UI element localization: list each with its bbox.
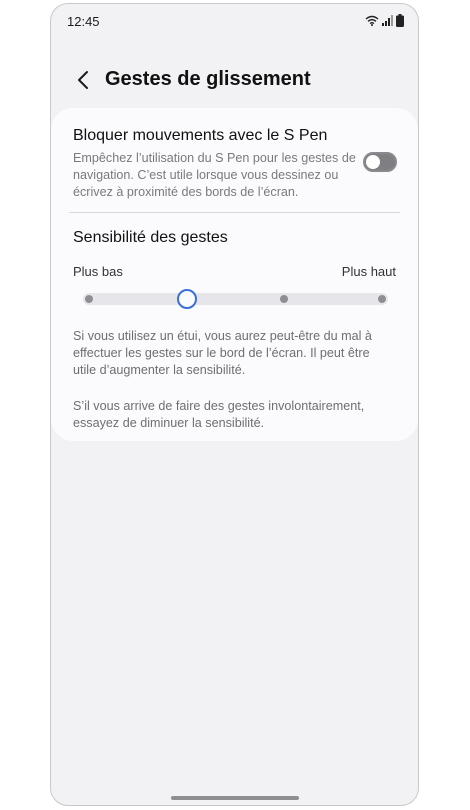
status-icons	[365, 14, 404, 27]
status-bar: 12:45	[51, 4, 418, 38]
sensitivity-slider[interactable]	[83, 289, 388, 309]
sensitivity-high-label: Plus haut	[341, 264, 396, 279]
sensitivity-title: Sensibilité des gestes	[73, 229, 228, 246]
toggle-knob	[366, 155, 380, 169]
back-button[interactable]	[69, 66, 97, 94]
block-spen-description: Empêchez l’utilisation du S Pen pour les…	[73, 151, 356, 199]
divider	[69, 212, 400, 213]
phone-screen: 12:45 Gestes de glissement Bloquer mouve…	[50, 3, 419, 806]
wifi-icon	[365, 15, 379, 26]
sensitivity-help-case: Si vous utilisez un étui, vous aurez peu…	[73, 329, 372, 377]
chevron-left-icon	[78, 71, 88, 89]
slider-track[interactable]	[83, 293, 388, 305]
home-indicator[interactable]	[171, 796, 299, 800]
slider-thumb[interactable]	[176, 289, 197, 309]
block-spen-title: Bloquer mouvements avec le S Pen	[73, 127, 328, 144]
signal-icon	[382, 15, 393, 26]
slider-step-dot[interactable]	[378, 295, 386, 303]
page-title: Gestes de glissement	[105, 68, 311, 90]
page-header: Gestes de glissement	[51, 62, 418, 102]
sensitivity-help-involuntary: S’il vous arrive de faire des gestes inv…	[73, 399, 365, 430]
settings-card: Bloquer mouvements avec le S Pen Empêche…	[51, 108, 418, 441]
status-time: 12:45	[67, 14, 100, 29]
slider-step-dot[interactable]	[85, 295, 93, 303]
battery-icon	[396, 14, 404, 27]
block-spen-toggle[interactable]	[363, 152, 397, 172]
block-spen-setting[interactable]: Bloquer mouvements avec le S Pen Empêche…	[51, 108, 418, 210]
sensitivity-low-label: Plus bas	[73, 264, 123, 279]
